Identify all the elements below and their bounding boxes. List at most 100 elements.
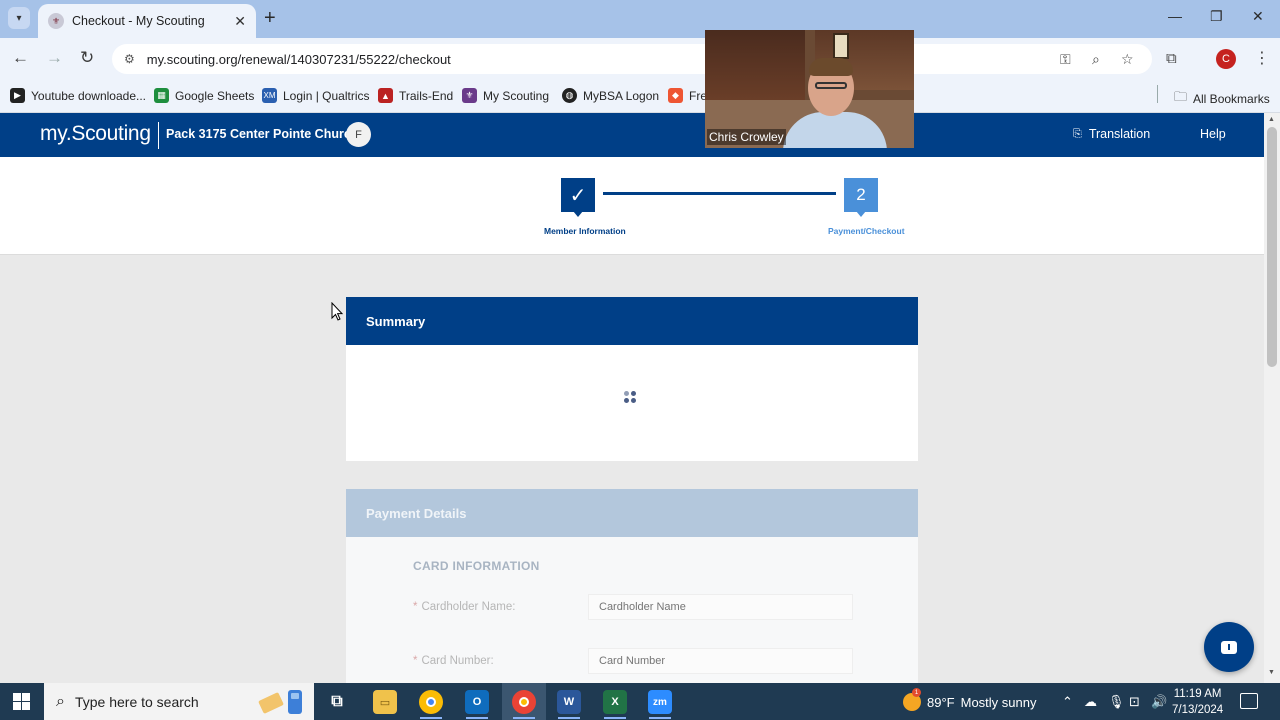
bookmark-label: Youtube downloade... <box>31 88 146 103</box>
site-info-icon[interactable]: ⚙ <box>124 52 135 66</box>
close-tab-icon[interactable]: ✕ <box>234 13 246 30</box>
unit-badge[interactable]: F <box>346 122 371 147</box>
page-scrollbar[interactable]: ▲ ▼ <box>1264 113 1280 683</box>
sheets-icon: ▦ <box>154 88 169 103</box>
step-2-label: Payment/Checkout <box>828 226 905 236</box>
tab-search-button[interactable]: ▾ <box>8 7 30 29</box>
browser-menu-icon[interactable]: ⋮ <box>1254 48 1270 68</box>
reload-icon[interactable]: ↻ <box>80 48 94 68</box>
scouting-favicon-icon: ⚜ <box>48 13 64 29</box>
site-logo[interactable]: my.Scouting <box>40 122 151 146</box>
onedrive-cloud-icon[interactable]: ☁ <box>1084 694 1097 710</box>
help-label: Help <box>1200 127 1226 141</box>
search-icon: ⌕ <box>56 692 65 710</box>
chrome-profile-icon[interactable] <box>512 690 536 714</box>
weather-temperature: 89°F <box>927 694 955 710</box>
notification-center-icon[interactable] <box>1240 693 1258 709</box>
tray-chevron-up-icon[interactable]: ⌃ <box>1062 694 1073 710</box>
minimize-button[interactable]: — <box>1168 8 1182 24</box>
required-marker: * <box>413 601 418 613</box>
back-arrow-icon[interactable]: ← <box>12 48 29 68</box>
microphone-icon[interactable]: 🎙 <box>1108 694 1125 710</box>
bookmark-trails-end[interactable]: ▲ Trails-End <box>378 88 453 103</box>
mouse-cursor-icon <box>331 302 344 321</box>
bookmark-mybsa-logon[interactable]: ◍ MyBSA Logon <box>562 88 659 103</box>
file-explorer-icon[interactable]: ▭ <box>373 690 397 714</box>
video-background <box>833 33 849 59</box>
all-bookmarks-button[interactable]: 🗀 All Bookmarks <box>1174 88 1270 110</box>
bookmarks-bar: ▶ Youtube downloade... ▦ Google Sheets X… <box>0 80 1280 113</box>
browser-toolbar: ← → ↻ ⚙ my.scouting.org/renewal/14030723… <box>0 38 1280 80</box>
chat-support-button[interactable] <box>1204 622 1254 672</box>
step-2-indicator: 2 <box>844 178 878 217</box>
url-text: my.scouting.org/renewal/140307231/55222/… <box>146 51 451 67</box>
unit-name: Pack 3175 Center Pointe Church <box>166 127 359 141</box>
summary-title: Summary <box>366 313 426 329</box>
zoom-app-icon[interactable]: zm <box>648 690 672 714</box>
sun-weather-icon: 1 <box>903 688 921 711</box>
word-icon[interactable]: W <box>557 690 581 714</box>
chrome-icon[interactable] <box>419 690 443 714</box>
address-bar[interactable]: ⚙ my.scouting.org/renewal/140307231/5522… <box>112 44 1152 74</box>
folder-icon: 🗀 <box>1174 89 1188 104</box>
site-header: my.Scouting Pack 3175 Center Pointe Chur… <box>0 113 1264 157</box>
taskbar-search-placeholder: Type here to search <box>74 693 199 710</box>
running-indicator <box>649 717 671 719</box>
participant-figure <box>809 58 853 76</box>
volume-icon[interactable]: 🔊 <box>1151 694 1167 710</box>
windows-start-icon[interactable] <box>13 693 30 710</box>
bookmark-my-scouting[interactable]: ⚜ My Scouting <box>462 88 549 103</box>
video-call-overlay[interactable]: Chris Crowley <box>705 30 914 148</box>
system-clock[interactable]: 11:19 AM 7/13/2024 <box>1172 686 1223 718</box>
logo-divider <box>158 122 159 149</box>
video-background <box>705 30 805 100</box>
bookmark-google-sheets[interactable]: ▦ Google Sheets <box>154 88 254 103</box>
close-window-button[interactable]: ✕ <box>1252 8 1264 25</box>
all-bookmarks-label: All Bookmarks <box>1193 92 1270 106</box>
bookmarks-divider <box>1157 85 1158 103</box>
card-number-label: * Card Number: <box>413 655 494 667</box>
scrollbar-thumb[interactable] <box>1267 127 1277 367</box>
windows-taskbar: ⌕ Type here to search ⧉ ▭ O W X zm 1 89°… <box>0 683 1280 720</box>
extensions-icon[interactable]: ⧉ <box>1166 50 1177 67</box>
forward-arrow-icon[interactable]: → <box>46 48 63 68</box>
bookmark-star-icon[interactable]: ☆ <box>1121 51 1134 68</box>
qualtrics-icon: XM <box>262 88 277 103</box>
cardholder-name-input[interactable] <box>588 594 853 620</box>
required-marker: * <box>413 655 418 667</box>
bookmark-qualtrics[interactable]: XM Login | Qualtrics <box>262 88 370 103</box>
weather-alert-badge: 1 <box>912 688 921 697</box>
weather-description: Mostly sunny <box>960 694 1037 710</box>
card-information-heading: CARD INFORMATION <box>413 559 540 573</box>
scouting-fleur-icon: ⚜ <box>462 88 477 103</box>
profile-avatar[interactable]: C <box>1216 49 1236 69</box>
translation-link[interactable]: ⎘ Translation <box>1073 127 1150 141</box>
step-complete-checkmark-icon: ✓ <box>561 178 595 217</box>
step-1-label: Member Information <box>544 226 626 236</box>
browser-tab[interactable]: ⚜ Checkout - My Scouting ✕ <box>38 4 256 38</box>
bookmark-label: Login | Qualtrics <box>283 88 370 103</box>
outlook-icon[interactable]: O <box>465 690 489 714</box>
trails-end-icon: ▲ <box>378 88 393 103</box>
network-icon[interactable]: ⊡ <box>1129 694 1140 710</box>
scroll-up-arrow-icon[interactable]: ▲ <box>1268 116 1275 123</box>
running-indicator <box>604 717 626 719</box>
weather-widget[interactable]: 1 89°F Mostly sunny <box>903 688 1037 711</box>
new-tab-button[interactable]: + <box>264 8 276 28</box>
cardholder-name-label-text: Cardholder Name: <box>421 601 516 613</box>
bookmark-youtube-downloader[interactable]: ▶ Youtube downloade... <box>10 88 146 103</box>
help-link[interactable]: Help <box>1200 127 1226 141</box>
bookmark-favicon-icon: ▶ <box>10 88 25 103</box>
bookmark-label: Trails-End <box>399 88 454 103</box>
tab-title: Checkout - My Scouting <box>72 14 205 28</box>
scroll-down-arrow-icon[interactable]: ▼ <box>1268 669 1275 676</box>
card-number-input[interactable] <box>588 648 853 674</box>
password-key-icon[interactable]: ⚿ <box>1060 51 1071 68</box>
excel-icon[interactable]: X <box>603 690 627 714</box>
restore-button[interactable]: ❐ <box>1210 8 1223 25</box>
bookmark-label: Google Sheets <box>175 88 255 103</box>
task-view-icon[interactable]: ⧉ <box>325 690 349 714</box>
participant-figure <box>815 82 847 89</box>
zoom-icon[interactable]: ⌕ <box>1092 51 1100 68</box>
bookmark-fre[interactable]: ◆ Fre <box>668 88 707 103</box>
